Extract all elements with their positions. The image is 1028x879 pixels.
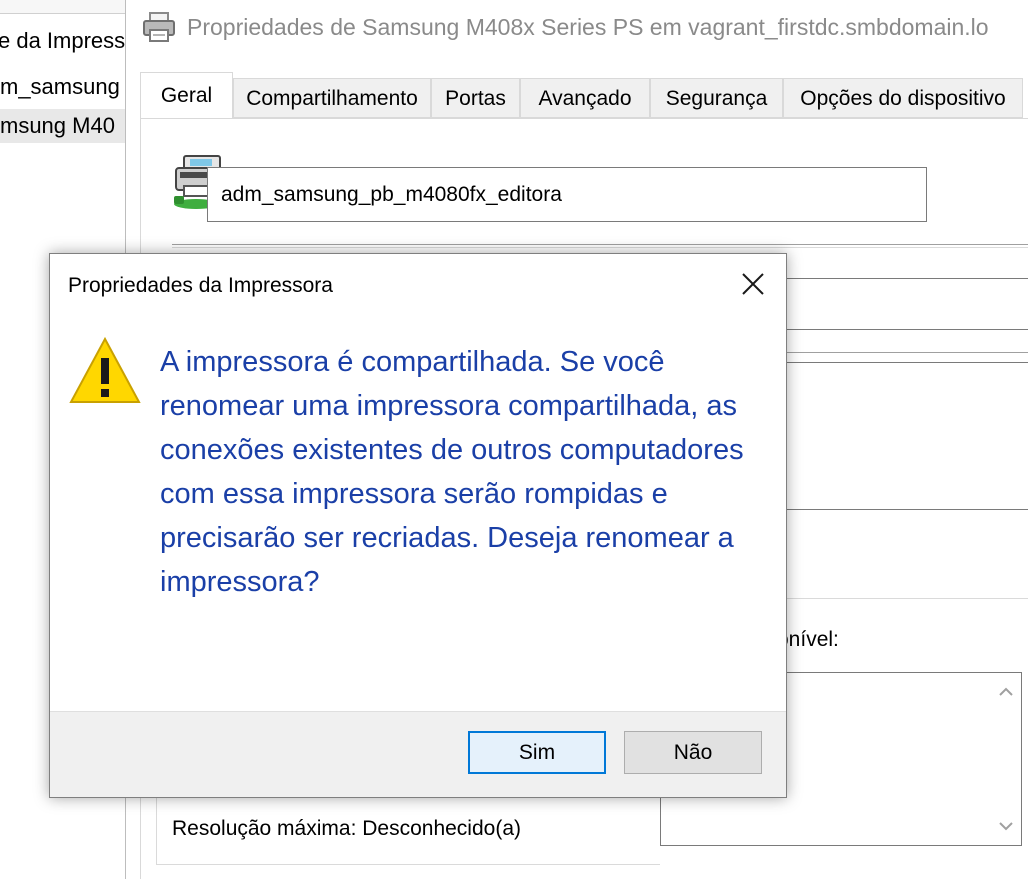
divider: [172, 247, 1028, 248]
scroll-down-icon[interactable]: [997, 817, 1015, 835]
background-row[interactable]: m_samsung: [0, 70, 125, 104]
divider: [780, 352, 1028, 353]
title-bar: Propriedades de Samsung M408x Series PS …: [127, 0, 1028, 58]
tab-strip: Geral Compartilhamento Portas Avançado S…: [140, 72, 1028, 118]
comment-field[interactable]: [780, 362, 1028, 510]
close-icon: [741, 272, 765, 301]
window-title: Propriedades de Samsung M408x Series PS …: [187, 14, 989, 40]
tab-compartilhamento[interactable]: Compartilhamento: [233, 78, 431, 118]
close-button[interactable]: [730, 264, 776, 308]
yes-button[interactable]: Sim: [468, 731, 606, 774]
tab-seguranca[interactable]: Segurança: [650, 78, 783, 118]
divider: [780, 598, 1028, 599]
rename-confirm-dialog: Propriedades da Impressora A impressora …: [49, 253, 787, 798]
dialog-button-bar: Sim Não: [50, 711, 786, 797]
printer-icon: [141, 10, 177, 44]
tab-avancado[interactable]: Avançado: [520, 78, 650, 118]
tab-geral[interactable]: Geral: [140, 72, 233, 118]
dialog-title: Propriedades da Impressora: [68, 274, 333, 297]
scroll-up-icon[interactable]: [997, 683, 1015, 701]
printer-name-field[interactable]: adm_samsung_pb_m4080fx_editora: [207, 167, 927, 222]
location-field[interactable]: [780, 278, 1028, 330]
background-row[interactable]: e da Impress: [0, 24, 125, 58]
background-row-selected[interactable]: msung M40: [0, 109, 125, 143]
tab-portas[interactable]: Portas: [431, 78, 520, 118]
divider: [172, 244, 1028, 245]
dialog-message: A impressora é compartilhada. Se você re…: [160, 346, 744, 598]
no-button[interactable]: Não: [624, 731, 762, 774]
max-resolution-label: Resolução máxima: Desconhecido(a): [172, 817, 521, 840]
tab-opcoes-dispositivo[interactable]: Opções do dispositivo: [783, 78, 1023, 118]
background-window-header: [0, 0, 125, 14]
warning-icon: [69, 336, 141, 406]
